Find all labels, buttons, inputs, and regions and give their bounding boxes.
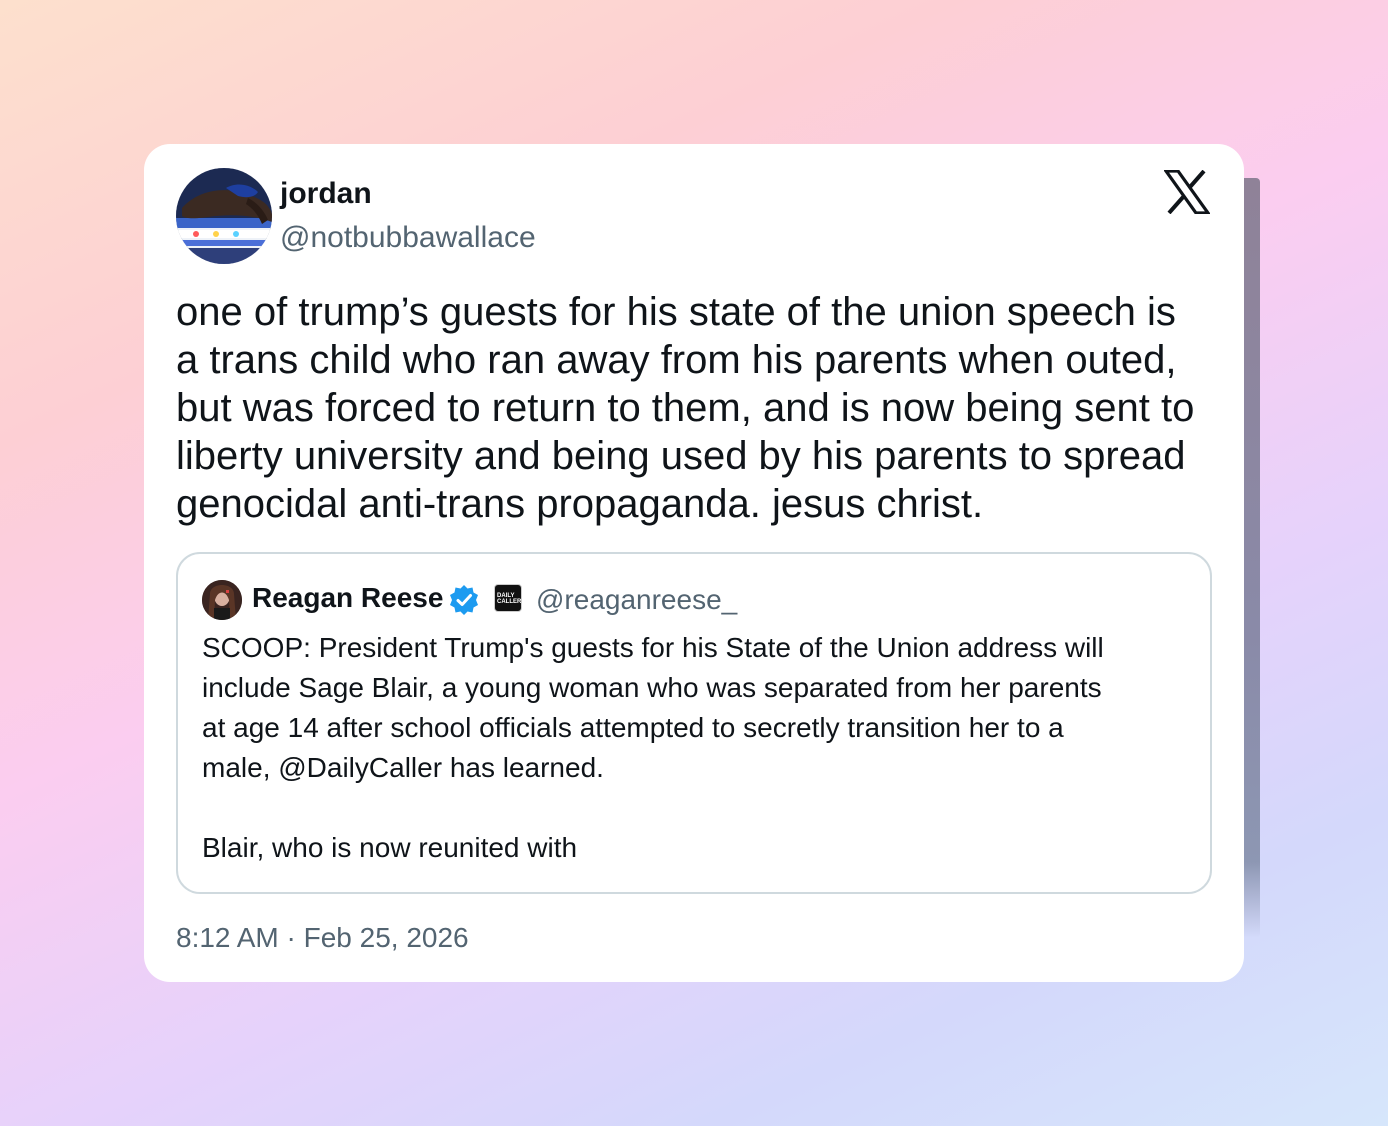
quoted-author-avatar[interactable]	[202, 580, 242, 620]
author-display-name[interactable]: jordan	[280, 174, 372, 214]
x-logo-icon[interactable]	[1162, 169, 1212, 215]
tweet-text: one of trump’s guests for his state of t…	[176, 290, 1195, 526]
author-handle[interactable]: @notbubbawallace	[280, 218, 536, 258]
quoted-tweet[interactable]: Reagan Reese DAILY CALLER @reaganreese_ …	[176, 552, 1212, 894]
tweet-card: jordan @notbubbawallace one of trump’s g…	[144, 144, 1244, 982]
quoted-author-handle[interactable]: @reaganreese_	[536, 582, 737, 618]
quoted-tweet-text: SCOOP: President Trump's guests for his …	[202, 632, 1104, 863]
affiliation-badge-icon[interactable]: DAILY CALLER	[494, 584, 522, 612]
tweet-timestamp[interactable]: 8:12 AM · Feb 25, 2026	[176, 918, 469, 958]
affiliation-badge-label: DAILY CALLER	[497, 593, 522, 605]
author-avatar-image	[176, 168, 272, 264]
quoted-author-display-name[interactable]: Reagan Reese	[252, 580, 443, 616]
verified-badge-icon	[448, 584, 480, 616]
author-avatar[interactable]	[176, 168, 272, 264]
